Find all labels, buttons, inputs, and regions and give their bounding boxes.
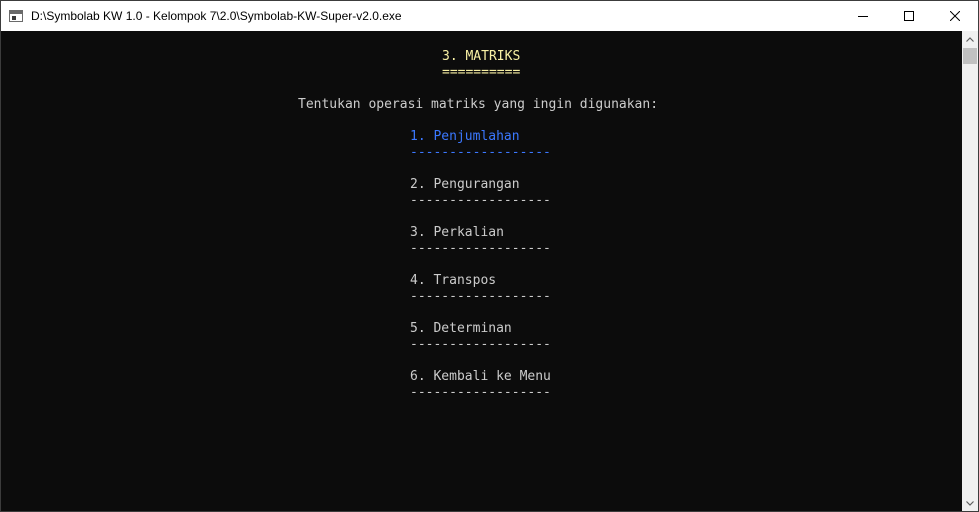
maximize-button[interactable] <box>886 1 932 31</box>
menu-separator: ------------------ <box>410 289 551 304</box>
scrollbar-thumb[interactable] <box>963 48 977 64</box>
menu-separator: ------------------ <box>410 385 551 400</box>
operation-prompt: Tentukan operasi matriks yang ingin digu… <box>298 97 659 112</box>
menu-heading: 3. MATRIKS <box>442 49 521 64</box>
menu-item-penjumlahan: 1. Penjumlahan <box>410 129 520 144</box>
menu-item-determinan: 5. Determinan <box>410 321 512 336</box>
menu-item-transpos: 4. Transpos <box>410 273 497 288</box>
minimize-icon <box>858 16 868 17</box>
scroll-down-button[interactable] <box>962 495 978 511</box>
menu-separator: ------------------ <box>410 193 551 208</box>
console-window: D:\Symbolab KW 1.0 - Kelompok 7\2.0\Symb… <box>0 0 979 512</box>
menu-item-pengurangan: 2. Pengurangan <box>410 177 520 192</box>
vertical-scrollbar[interactable] <box>962 31 978 511</box>
menu-heading-underline: ========== <box>442 65 521 80</box>
menu-separator: ------------------ <box>410 145 551 160</box>
console-app-icon <box>9 10 23 22</box>
maximize-icon <box>904 11 914 21</box>
chevron-down-icon <box>966 500 974 506</box>
menu-item-kembali-ke-menu: 6. Kembali ke Menu <box>410 369 551 384</box>
console-output[interactable]: 3. MATRIKS ========== Tentukan operasi m… <box>1 31 962 511</box>
window-title: D:\Symbolab KW 1.0 - Kelompok 7\2.0\Symb… <box>31 9 402 23</box>
title-bar[interactable]: D:\Symbolab KW 1.0 - Kelompok 7\2.0\Symb… <box>1 1 978 31</box>
close-button[interactable] <box>932 1 978 31</box>
minimize-button[interactable] <box>840 1 886 31</box>
menu-item-perkalian: 3. Perkalian <box>410 225 504 240</box>
scroll-up-button[interactable] <box>962 31 978 47</box>
chevron-up-icon <box>966 36 974 42</box>
menu-separator: ------------------ <box>410 337 551 352</box>
window-controls <box>840 1 978 31</box>
menu-separator: ------------------ <box>410 241 551 256</box>
close-icon <box>950 11 960 21</box>
